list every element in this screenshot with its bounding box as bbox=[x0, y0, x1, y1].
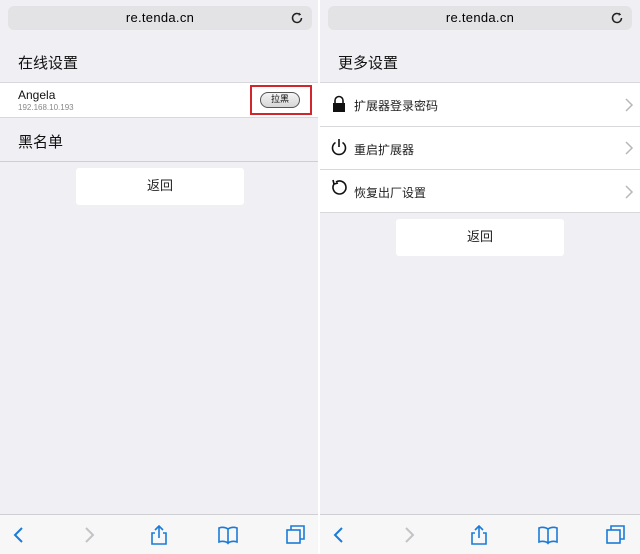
more-settings-title: 更多设置 bbox=[338, 54, 399, 72]
forward-arrow-icon[interactable] bbox=[398, 524, 420, 546]
bookmarks-icon[interactable] bbox=[217, 524, 239, 546]
share-icon[interactable] bbox=[468, 524, 490, 546]
left-browser-pane: re.tenda.cn 在线设置 Angela 192.168.10.193 拉… bbox=[0, 0, 320, 554]
menu-item-restart[interactable]: 重启扩展器 bbox=[320, 126, 640, 169]
address-bar[interactable]: re.tenda.cn bbox=[328, 6, 632, 30]
reload-icon[interactable] bbox=[610, 11, 624, 25]
menu-item-factory-reset[interactable]: 恢复出厂设置 bbox=[320, 169, 640, 213]
share-icon[interactable] bbox=[148, 524, 170, 546]
back-button[interactable]: 返回 bbox=[76, 168, 244, 205]
browser-toolbar bbox=[0, 514, 320, 554]
chevron-right-icon bbox=[625, 98, 634, 112]
address-bar[interactable]: re.tenda.cn bbox=[8, 6, 312, 30]
reload-icon[interactable] bbox=[290, 11, 304, 25]
back-arrow-icon[interactable] bbox=[8, 524, 30, 546]
bookmarks-icon[interactable] bbox=[537, 524, 559, 546]
url-text: re.tenda.cn bbox=[125, 10, 195, 25]
lock-icon bbox=[333, 95, 345, 112]
online-settings-title: 在线设置 bbox=[18, 54, 79, 72]
menu-item-login-password[interactable]: 扩展器登录密码 bbox=[320, 82, 640, 126]
back-arrow-icon[interactable] bbox=[328, 524, 350, 546]
power-icon bbox=[331, 139, 347, 156]
tabs-icon[interactable] bbox=[605, 524, 627, 546]
url-text: re.tenda.cn bbox=[445, 10, 515, 25]
chevron-right-icon bbox=[625, 185, 634, 199]
right-browser-pane: re.tenda.cn 更多设置 扩展器登录密码 重启扩展器 恢复出厂设置 返回 bbox=[320, 0, 640, 554]
highlight-frame: 拉黑 bbox=[250, 85, 312, 115]
reset-icon bbox=[332, 179, 347, 195]
chevron-right-icon bbox=[625, 141, 634, 155]
menu-item-label: 重启扩展器 bbox=[354, 143, 415, 157]
menu-item-label: 扩展器登录密码 bbox=[354, 99, 439, 113]
forward-arrow-icon[interactable] bbox=[78, 524, 100, 546]
browser-toolbar bbox=[320, 514, 640, 554]
blacklist-title: 黑名单 bbox=[18, 133, 64, 151]
back-button[interactable]: 返回 bbox=[396, 219, 564, 256]
menu-item-label: 恢复出厂设置 bbox=[354, 186, 427, 200]
device-row: Angela 192.168.10.193 拉黑 bbox=[0, 82, 320, 118]
device-ip: 192.168.10.193 bbox=[18, 103, 74, 112]
tabs-icon[interactable] bbox=[285, 524, 307, 546]
divider-line bbox=[0, 161, 320, 162]
blacklist-button[interactable]: 拉黑 bbox=[260, 92, 300, 108]
device-name: Angela bbox=[18, 88, 56, 102]
